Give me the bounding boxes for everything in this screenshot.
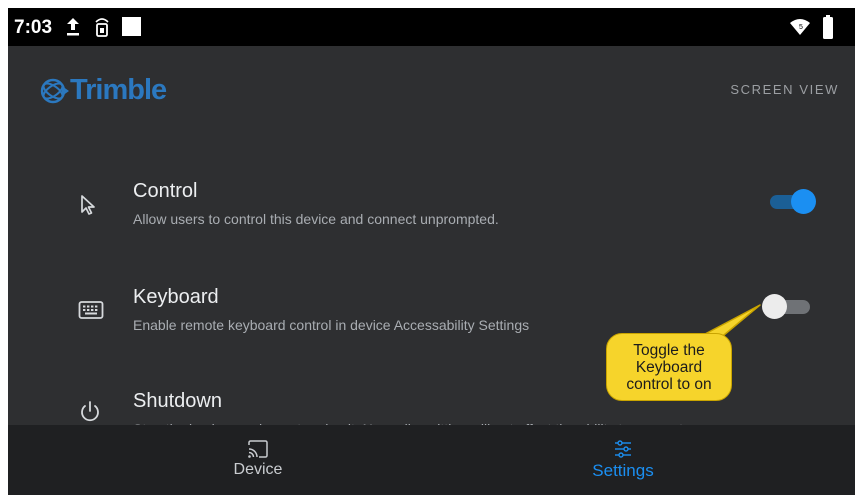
nav-device[interactable]: Device — [178, 439, 338, 479]
screen-view-button[interactable]: SCREEN VIEW — [730, 82, 839, 97]
globe-logo-icon — [40, 78, 69, 104]
cast-icon — [178, 439, 338, 461]
control-toggle-thumb — [791, 189, 816, 214]
setting-title-shutdown: Shutdown — [133, 390, 222, 412]
nav-settings[interactable]: Settings — [543, 439, 703, 481]
status-bar: 7:03 5 — [8, 8, 855, 46]
white-square-icon — [122, 17, 141, 41]
control-toggle[interactable] — [764, 187, 816, 217]
svg-text:5: 5 — [799, 24, 803, 31]
callout-line-1: Toggle the — [633, 342, 705, 359]
setting-row-control[interactable]: Control Allow users to control this devi… — [8, 180, 855, 254]
keyboard-toggle[interactable] — [762, 292, 814, 322]
cursor-icon — [78, 193, 98, 222]
keyboard-toggle-thumb — [762, 294, 787, 319]
status-time: 7:03 — [14, 17, 53, 38]
settings-sliders-icon — [543, 439, 703, 461]
wifi-icon: 5 — [789, 16, 811, 43]
setting-title-control: Control — [133, 180, 198, 202]
sim-icon — [93, 16, 111, 43]
keyboard-icon — [78, 300, 104, 325]
annotation-callout: Toggle the Keyboard control to on — [606, 333, 732, 401]
nav-device-label: Device — [233, 461, 283, 478]
setting-description-keyboard: Enable remote keyboard control in device… — [133, 317, 530, 333]
callout-line-2: Keyboard — [635, 359, 703, 376]
logo-text: Trimble — [70, 74, 167, 106]
callout-line-3: control to on — [626, 376, 712, 393]
nav-settings-label: Settings — [592, 461, 654, 480]
device-screen: 7:03 5 Trimble SCREEN VIEW Control Allow… — [8, 8, 855, 495]
setting-description-control: Allow users to control this device and c… — [133, 211, 499, 227]
setting-title-keyboard: Keyboard — [133, 286, 219, 308]
battery-icon — [823, 15, 833, 44]
bottom-navigation: Device Settings — [8, 425, 855, 495]
upload-icon — [65, 16, 81, 43]
app-bar: Trimble SCREEN VIEW — [8, 46, 855, 130]
